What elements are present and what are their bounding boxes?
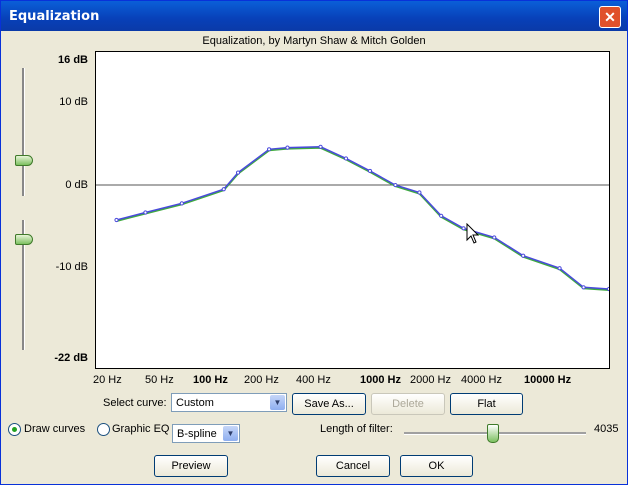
- x-axis-label: 10000 Hz: [524, 374, 572, 386]
- mouse-cursor-icon: [466, 223, 480, 244]
- y-axis-label: 0 dB: [65, 179, 88, 191]
- x-axis-label: 100 Hz: [193, 374, 228, 386]
- chevron-down-icon[interactable]: ▼: [270, 395, 285, 410]
- window-title: Equalization: [9, 9, 100, 24]
- x-axis-label: 50 Hz: [145, 374, 174, 386]
- eq-control-point[interactable]: [521, 253, 526, 258]
- eq-control-point[interactable]: [266, 147, 272, 152]
- eq-control-point[interactable]: [439, 213, 444, 218]
- graphic-eq-radio[interactable]: [97, 423, 110, 436]
- curve-select[interactable]: Custom ▼: [171, 393, 287, 412]
- eq-control-point[interactable]: [318, 144, 323, 149]
- x-axis-label: 200 Hz: [244, 374, 279, 386]
- save-as-button[interactable]: Save As...: [292, 393, 366, 415]
- x-axis-label: 4000 Hz: [461, 374, 502, 386]
- eq-control-point[interactable]: [557, 266, 562, 271]
- eq-control-point[interactable]: [581, 285, 586, 290]
- eq-control-point[interactable]: [606, 286, 609, 292]
- eq-curve-green: [116, 146, 609, 291]
- y-axis-label: 10 dB: [59, 96, 88, 108]
- draw-curves-radio[interactable]: [8, 423, 21, 436]
- x-axis-label: 1000 Hz: [360, 374, 401, 386]
- ok-button[interactable]: OK: [400, 455, 473, 477]
- select-curve-label: Select curve:: [103, 397, 167, 409]
- cancel-button[interactable]: Cancel: [316, 455, 390, 477]
- graphic-eq-label[interactable]: Graphic EQ: [112, 423, 169, 435]
- eq-control-point[interactable]: [461, 226, 466, 231]
- eq-control-point[interactable]: [285, 145, 290, 150]
- preview-button[interactable]: Preview: [154, 455, 228, 477]
- x-axis-label: 400 Hz: [296, 374, 331, 386]
- radio-selected-dot: [12, 427, 17, 432]
- gain-slider-track[interactable]: [22, 68, 25, 196]
- eq-control-point[interactable]: [367, 168, 373, 174]
- curve-select-value: Custom: [176, 397, 214, 409]
- eq-control-point[interactable]: [114, 217, 119, 223]
- eq-plot-area[interactable]: [95, 51, 610, 369]
- x-axis-label: 2000 Hz: [410, 374, 451, 386]
- y-axis-label-bottom: -22 dB: [54, 352, 88, 364]
- eq-control-point[interactable]: [492, 235, 497, 240]
- filter-length-slider-thumb[interactable]: [487, 424, 499, 443]
- eq-curve-svg[interactable]: [96, 52, 609, 368]
- plot-title: Equalization, by Martyn Shaw & Mitch Gol…: [202, 35, 426, 47]
- filter-length-label: Length of filter:: [320, 423, 393, 435]
- y-axis-label-top: 16 dB: [58, 54, 88, 66]
- range-slider-thumb[interactable]: [15, 234, 33, 245]
- chevron-down-icon[interactable]: ▼: [223, 426, 238, 441]
- eq-control-point[interactable]: [393, 182, 398, 188]
- interpolation-select-value: B-spline: [177, 428, 217, 440]
- eq-control-point[interactable]: [221, 187, 226, 192]
- close-icon[interactable]: ✕: [599, 6, 621, 28]
- y-axis-label: -10 dB: [55, 261, 88, 273]
- interpolation-select[interactable]: B-spline ▼: [172, 424, 240, 443]
- title-bar[interactable]: Equalization ✕: [1, 1, 627, 31]
- draw-curves-label[interactable]: Draw curves: [24, 423, 85, 435]
- eq-control-point[interactable]: [417, 190, 422, 195]
- delete-button[interactable]: Delete: [371, 393, 445, 415]
- eq-control-point[interactable]: [143, 210, 148, 215]
- filter-length-value: 4035: [594, 423, 619, 435]
- flat-button[interactable]: Flat: [450, 393, 523, 415]
- eq-control-point[interactable]: [343, 156, 349, 161]
- eq-control-point[interactable]: [179, 201, 184, 206]
- gain-slider-thumb[interactable]: [15, 155, 33, 166]
- x-axis-label: 20 Hz: [93, 374, 122, 386]
- eq-control-point[interactable]: [235, 170, 241, 175]
